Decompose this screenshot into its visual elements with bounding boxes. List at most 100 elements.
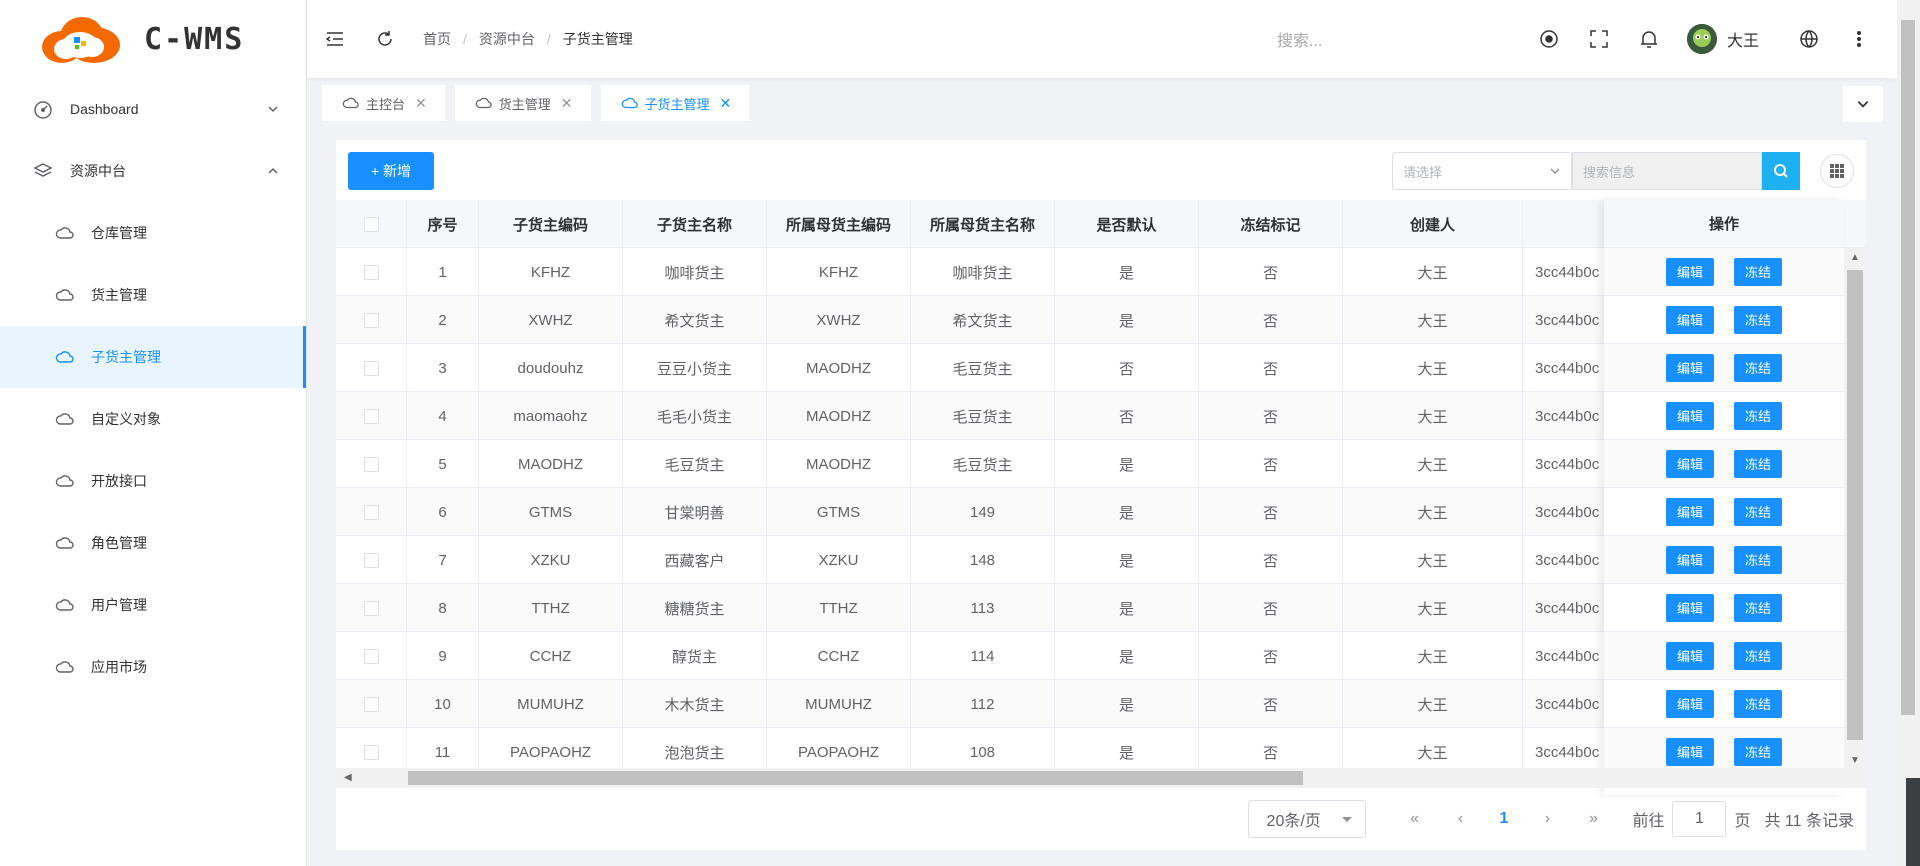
- freeze-button[interactable]: 冻结: [1734, 497, 1782, 526]
- row-checkbox[interactable]: [363, 744, 379, 760]
- column-header[interactable]: 创建人: [1343, 200, 1523, 248]
- tab-console[interactable]: 主控台 ✕: [322, 85, 445, 121]
- sidebar-item-custom-object[interactable]: 自定义对象: [0, 388, 306, 450]
- page-vertical-scrollbar[interactable]: [1897, 0, 1920, 866]
- close-icon[interactable]: ✕: [415, 95, 427, 112]
- refresh-icon[interactable]: [373, 27, 397, 51]
- tabs-dropdown-button[interactable]: [1843, 86, 1883, 122]
- sidebar-item-app-market[interactable]: 应用市场: [0, 636, 306, 698]
- last-page-icon[interactable]: »: [1578, 810, 1608, 828]
- edit-button[interactable]: 编辑: [1666, 449, 1714, 478]
- edit-button[interactable]: 编辑: [1666, 497, 1714, 526]
- edit-button[interactable]: 编辑: [1666, 305, 1714, 334]
- row-checkbox[interactable]: [363, 600, 379, 616]
- collapse-menu-icon[interactable]: [323, 27, 347, 51]
- column-header[interactable]: 子货主编码: [479, 200, 623, 248]
- next-page-icon[interactable]: ›: [1532, 810, 1562, 828]
- tab-owner[interactable]: 货主管理 ✕: [454, 85, 591, 121]
- globe-icon[interactable]: [1797, 27, 1821, 51]
- page-size-select[interactable]: 20条/页: [1247, 800, 1366, 838]
- edit-button[interactable]: 编辑: [1666, 737, 1714, 766]
- sidebar-item-open-api[interactable]: 开放接口: [0, 450, 306, 512]
- breadcrumb-home[interactable]: 首页: [423, 29, 451, 49]
- row-checkbox[interactable]: [363, 408, 379, 424]
- column-header[interactable]: 序号: [407, 200, 479, 248]
- operation-cell: 编辑 冻结: [1604, 392, 1844, 440]
- scrollbar-thumb[interactable]: [1847, 270, 1863, 740]
- goto-page-input[interactable]: 1: [1672, 801, 1727, 837]
- more-vertical-icon[interactable]: [1847, 27, 1871, 51]
- tab-sub-owner[interactable]: 子货主管理 ✕: [600, 85, 750, 121]
- close-icon[interactable]: ✕: [720, 95, 732, 112]
- row-checkbox[interactable]: [363, 456, 379, 472]
- freeze-button[interactable]: 冻结: [1734, 449, 1782, 478]
- freeze-button[interactable]: 冻结: [1734, 257, 1782, 286]
- column-header[interactable]: 是否默认: [1055, 200, 1199, 248]
- first-page-icon[interactable]: «: [1400, 810, 1430, 828]
- search-button[interactable]: [1762, 152, 1800, 190]
- row-checkbox[interactable]: [363, 360, 379, 376]
- page-number[interactable]: 1: [1500, 810, 1509, 828]
- freeze-button[interactable]: 冻结: [1734, 641, 1782, 670]
- column-header[interactable]: 所属母货主名称: [911, 200, 1055, 248]
- row-checkbox[interactable]: [363, 264, 379, 280]
- table-cell: CCHZ: [767, 632, 911, 680]
- edit-button[interactable]: 编辑: [1666, 401, 1714, 430]
- column-settings-button[interactable]: [1820, 154, 1854, 188]
- scroll-up-icon[interactable]: ▲: [1850, 252, 1860, 263]
- sidebar-item-sub-owner[interactable]: 子货主管理: [0, 326, 306, 388]
- filter-select[interactable]: 请选择: [1392, 152, 1572, 190]
- column-header[interactable]: 冻结标记: [1199, 200, 1343, 248]
- bell-icon[interactable]: [1637, 27, 1661, 51]
- row-checkbox[interactable]: [363, 504, 379, 520]
- sidebar-item-roles[interactable]: 角色管理: [0, 512, 306, 574]
- edit-button[interactable]: 编辑: [1666, 353, 1714, 382]
- row-checkbox[interactable]: [363, 552, 379, 568]
- freeze-button[interactable]: 冻结: [1734, 353, 1782, 382]
- freeze-button[interactable]: 冻结: [1734, 689, 1782, 718]
- global-search-input[interactable]: 搜索...: [1277, 27, 1477, 51]
- prev-page-icon[interactable]: ‹: [1446, 810, 1476, 828]
- table-vertical-scrollbar[interactable]: ▲ ▼: [1844, 248, 1866, 768]
- select-all-checkbox[interactable]: [363, 216, 379, 232]
- user-menu[interactable]: 大王: [1686, 24, 1759, 54]
- sidebar-item-users[interactable]: 用户管理: [0, 574, 306, 636]
- target-icon[interactable]: [1537, 27, 1561, 51]
- freeze-button[interactable]: 冻结: [1734, 737, 1782, 766]
- sidebar-item-owner[interactable]: 货主管理: [0, 264, 306, 326]
- freeze-button[interactable]: 冻结: [1734, 401, 1782, 430]
- column-header[interactable]: 子货主名称: [623, 200, 767, 248]
- column-header[interactable]: 所属母货主编码: [767, 200, 911, 248]
- row-checkbox[interactable]: [363, 696, 379, 712]
- search-input[interactable]: 搜索信息: [1572, 152, 1762, 190]
- add-button[interactable]: + 新增: [348, 152, 434, 190]
- freeze-button[interactable]: 冻结: [1734, 305, 1782, 334]
- nav-group-resources[interactable]: 资源中台: [0, 140, 306, 202]
- edit-button[interactable]: 编辑: [1666, 257, 1714, 286]
- fullscreen-icon[interactable]: [1587, 27, 1611, 51]
- table-cell: 毛豆货主: [911, 392, 1055, 440]
- scrollbar-thumb[interactable]: [1901, 20, 1915, 715]
- row-checkbox[interactable]: [363, 312, 379, 328]
- edit-button[interactable]: 编辑: [1666, 545, 1714, 574]
- edit-button[interactable]: 编辑: [1666, 689, 1714, 718]
- sidebar-item-warehouse[interactable]: 仓库管理: [0, 202, 306, 264]
- nav-group-dashboard[interactable]: Dashboard: [0, 78, 306, 140]
- goto-prefix: 前往: [1632, 813, 1665, 830]
- scrollbar-thumb[interactable]: [408, 771, 1303, 785]
- freeze-button[interactable]: 冻结: [1734, 593, 1782, 622]
- table-horizontal-scrollbar[interactable]: ◀: [336, 768, 1866, 788]
- breadcrumb-resources[interactable]: 资源中台: [479, 29, 535, 49]
- tab-label: 货主管理: [498, 96, 551, 112]
- close-icon[interactable]: ✕: [561, 95, 573, 112]
- table-cell: 醇货主: [623, 632, 767, 680]
- edit-button[interactable]: 编辑: [1666, 641, 1714, 670]
- table-cell: 毛毛小货主: [623, 392, 767, 440]
- row-checkbox[interactable]: [363, 648, 379, 664]
- edit-button[interactable]: 编辑: [1666, 593, 1714, 622]
- floating-widget[interactable]: [1906, 778, 1920, 866]
- logo[interactable]: C-WMS: [0, 0, 306, 78]
- scroll-left-icon[interactable]: ◀: [344, 772, 352, 783]
- scroll-down-icon[interactable]: ▼: [1850, 755, 1860, 766]
- freeze-button[interactable]: 冻结: [1734, 545, 1782, 574]
